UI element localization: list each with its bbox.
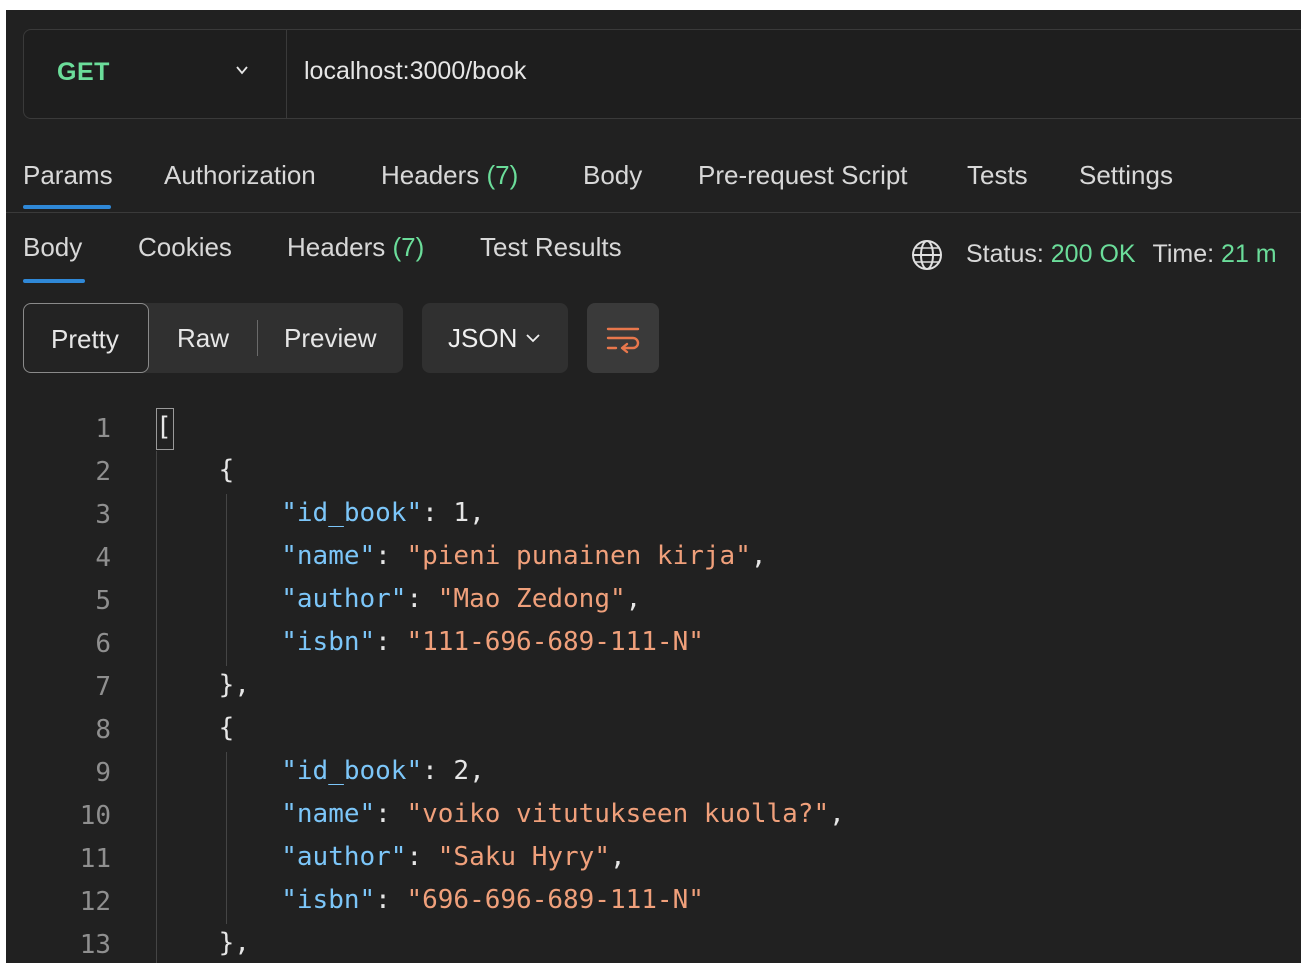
active-response-tab-indicator — [23, 279, 85, 283]
tab-label: Headers — [287, 232, 386, 262]
code-line: 6 "isbn": "111-696-689-111-N" — [6, 623, 1301, 666]
code-line: 11 "author": "Saku Hyry", — [6, 838, 1301, 881]
preview-button[interactable]: Preview — [284, 323, 376, 354]
active-tab-indicator — [23, 205, 111, 209]
line-number: 3 — [95, 500, 111, 530]
tab-label: Settings — [1079, 160, 1173, 190]
divider — [257, 320, 258, 356]
tab-label: Test Results — [480, 232, 622, 262]
line-number: 2 — [95, 457, 111, 487]
line-number: 9 — [95, 758, 111, 788]
line-number: 10 — [79, 801, 111, 831]
tab-body[interactable]: Body — [583, 160, 642, 191]
tab-authorization[interactable]: Authorization — [164, 160, 316, 191]
tab-label: Body — [583, 160, 643, 190]
code-text: "author": "Mao Zedong", — [281, 584, 642, 614]
response-status: Status: 200 OK Time: 21 m — [966, 240, 1277, 269]
status-label: Status: — [966, 240, 1044, 268]
code-line: 13 }, — [6, 924, 1301, 963]
response-tab-headers[interactable]: Headers (7) — [287, 232, 424, 263]
tab-label: Tests — [967, 160, 1028, 190]
code-line: 12 "isbn": "696-696-689-111-N" — [6, 881, 1301, 924]
code-text: "name": "pieni punainen kirja", — [281, 541, 767, 571]
tab-label: Authorization — [164, 160, 316, 190]
url-input[interactable]: localhost:3000/book — [304, 57, 526, 86]
code-text: "author": "Saku Hyry", — [281, 842, 626, 872]
method-label: GET — [57, 58, 110, 86]
format-select[interactable]: JSON — [422, 303, 568, 373]
code-text: "id_book": 1, — [281, 498, 485, 528]
tab-headers[interactable]: Headers (7) — [381, 160, 518, 191]
pretty-label: Pretty — [51, 324, 119, 354]
chevron-down-icon — [236, 66, 248, 75]
tab-label: Params — [23, 160, 113, 190]
time-label: Time: — [1152, 240, 1215, 268]
response-tab-test-results[interactable]: Test Results — [480, 232, 622, 263]
code-line: 7 }, — [6, 666, 1301, 709]
raw-button[interactable]: Raw — [177, 323, 229, 354]
line-number: 13 — [79, 930, 111, 960]
time-value: 21 m — [1221, 240, 1277, 268]
request-tabs: Params Authorization Headers (7) Body Pr… — [6, 148, 1301, 213]
globe-icon[interactable] — [910, 238, 944, 272]
tab-label: Pre-request Script — [698, 160, 908, 190]
tab-pre-request-script[interactable]: Pre-request Script — [698, 160, 908, 191]
line-number: 7 — [95, 672, 111, 702]
code-text: }, — [156, 928, 250, 958]
line-number: 5 — [95, 586, 111, 616]
code-line: 10 "name": "voiko vitutukseen kuolla?", — [6, 795, 1301, 838]
tab-label: Cookies — [138, 232, 232, 262]
code-line: 2 { — [6, 451, 1301, 494]
view-mode-toggle: Pretty Raw Preview — [23, 303, 403, 373]
line-number: 8 — [95, 715, 111, 745]
status-value: 200 OK — [1050, 240, 1136, 268]
postman-window: GET localhost:3000/book Params Authoriza… — [6, 10, 1301, 963]
pretty-button[interactable]: Pretty — [23, 303, 149, 373]
code-line: 4 "name": "pieni punainen kirja", — [6, 537, 1301, 580]
code-line: 3 "id_book": 1, — [6, 494, 1301, 537]
code-text: "name": "voiko vitutukseen kuolla?", — [281, 799, 845, 829]
tab-label: Body — [23, 232, 83, 262]
method-select[interactable]: GET — [24, 30, 287, 118]
code-line: 5 "author": "Mao Zedong", — [6, 580, 1301, 623]
code-line: 8 { — [6, 709, 1301, 752]
code-line: 1 [ — [6, 408, 1301, 451]
line-number: 11 — [79, 844, 111, 874]
tab-count: (7) — [486, 160, 519, 190]
wrap-lines-icon — [606, 327, 640, 354]
code-text: }, — [156, 670, 250, 700]
code-text: { — [156, 455, 235, 485]
code-text: [ — [156, 412, 172, 442]
chevron-down-icon — [526, 334, 540, 343]
format-label: JSON — [448, 323, 518, 353]
code-text: "isbn": "696-696-689-111-N" — [281, 885, 704, 915]
tab-params[interactable]: Params — [23, 160, 113, 191]
code-text: "isbn": "111-696-689-111-N" — [281, 627, 704, 657]
response-tabs: Body Cookies Headers (7) Test Results St… — [6, 228, 1301, 288]
wrap-lines-button[interactable] — [587, 303, 659, 373]
tab-settings[interactable]: Settings — [1079, 160, 1173, 191]
code-text: "id_book": 2, — [281, 756, 485, 786]
line-number: 6 — [95, 629, 111, 659]
response-tab-body[interactable]: Body — [23, 232, 82, 263]
tab-count: (7) — [392, 232, 425, 262]
code-text: { — [156, 713, 235, 743]
tab-tests[interactable]: Tests — [967, 160, 1028, 191]
code-line: 9 "id_book": 2, — [6, 752, 1301, 795]
line-number: 1 — [95, 414, 111, 444]
tab-label: Headers — [381, 160, 480, 190]
response-tab-cookies[interactable]: Cookies — [138, 232, 232, 263]
request-bar: GET localhost:3000/book — [23, 29, 1301, 119]
line-number: 4 — [95, 543, 111, 573]
response-body-editor[interactable]: 1 [ 2 { 3 "id_book": 1, 4 "name": "pieni… — [6, 408, 1301, 963]
line-number: 12 — [79, 887, 111, 917]
